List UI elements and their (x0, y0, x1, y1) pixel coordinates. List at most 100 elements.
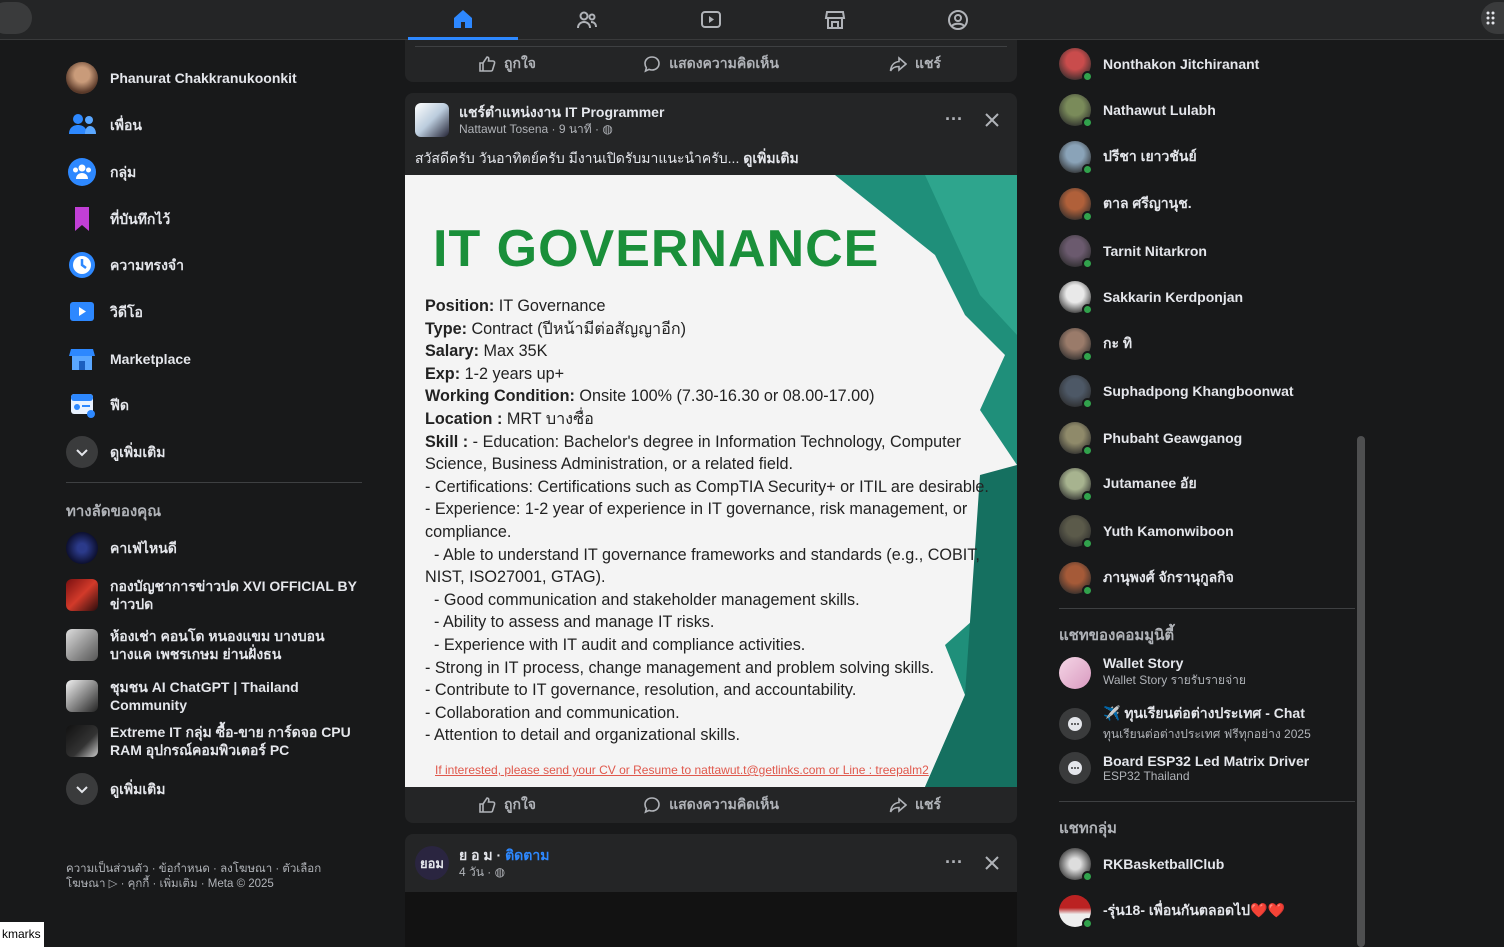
skill-bullet: - Good communication and stakeholder man… (425, 590, 860, 609)
type-value: Contract (ปีหน้ามีต่อสัญญาอีก) (466, 319, 687, 338)
shortcut-label: Extreme IT กลุ่ม ซื้อ-ขาย การ์ดจอ CPU RA… (110, 724, 351, 758)
sidebar-item-video[interactable]: วิดีโอ (66, 296, 143, 328)
online-indicator (1082, 585, 1093, 596)
video-icon (701, 11, 721, 28)
contact-item[interactable]: Suphadpong Khangboonwat (1059, 375, 1294, 409)
contact-item[interactable]: กะ ทิ (1059, 328, 1132, 362)
contact-item[interactable]: ปรีชา เยาวชันย์ (1059, 141, 1197, 175)
shortcut-item[interactable]: ห้องเช่า คอนโด หนองแขม บางบอน บางแค เพชร… (66, 627, 366, 663)
location-label: Location : (425, 409, 503, 428)
chat-sub: Wallet Story รายรับรายจ่าย (1103, 673, 1246, 687)
menu-grid-button[interactable] (1481, 2, 1504, 34)
shortcut-item[interactable]: คาเฟ่ไหนดี (66, 532, 177, 564)
sidebar-item-label: กลุ่ม (110, 164, 137, 180)
follow-button[interactable]: ติดตาม (505, 847, 549, 863)
divider (1059, 801, 1355, 802)
search-button[interactable] (0, 2, 32, 34)
skill-bullet: - Experience with IT audit and complianc… (425, 635, 806, 654)
position-value: IT Governance (494, 297, 606, 315)
contact-item[interactable]: Nonthakon Jitchiranant (1059, 48, 1260, 82)
contact-item[interactable]: ภานุพงศ์ จักรานุกูลกิจ (1059, 562, 1234, 596)
contact-item[interactable]: Sakkarin Kerdponjan (1059, 281, 1243, 315)
sidebar-item-label: ฟีด (110, 397, 130, 413)
community-chat-item[interactable]: ✈️ ทุนเรียนต่อต่างประเทศ - Chat ทุนเรียนต… (1059, 703, 1311, 744)
profile-link[interactable]: Phanurat Chakkranukoonkit (66, 62, 297, 94)
contact-name: ตาล ศรีญานุช. (1103, 195, 1192, 211)
contact-item[interactable]: ตาล ศรีญานุช. (1059, 188, 1192, 222)
like-label: ถูกใจ (504, 796, 536, 812)
comment-icon (644, 797, 660, 814)
share-button[interactable]: แชร์ (813, 794, 1017, 816)
comment-label: แสดงความคิดเห็น (669, 796, 779, 812)
share-icon (889, 56, 907, 72)
contact-name: Nonthakon Jitchiranant (1103, 56, 1260, 72)
like-button[interactable]: ถูกใจ (405, 794, 609, 816)
sidebar-item-marketplace[interactable]: Marketplace (66, 343, 191, 375)
tab-friends[interactable] (532, 0, 642, 40)
sidebar-item-groups[interactable]: กลุ่ม (66, 156, 136, 188)
like-button[interactable]: ถูกใจ (405, 53, 609, 75)
close-icon[interactable] (985, 855, 999, 870)
author-meta[interactable]: Nattawut Tosena · 9 นาที · (459, 122, 602, 136)
tab-gaming[interactable] (903, 0, 1013, 40)
post-image[interactable]: IT GOVERNANCE Position: IT Governance Ty… (405, 175, 1017, 787)
contact-item[interactable]: Yuth Kamonwiboon (1059, 515, 1234, 549)
page-avatar[interactable]: ยอม (415, 846, 449, 880)
contact-item[interactable]: Nathawut Lulabh (1059, 94, 1216, 128)
post-media[interactable] (405, 892, 1017, 947)
online-indicator (1082, 164, 1093, 175)
page-name[interactable]: ย อ ม (459, 847, 493, 863)
shortcut-avatar (66, 629, 98, 661)
shortcut-item[interactable]: กองบัญชาการข่าวปด XVI OFFICIAL BY ข่าวปด (66, 577, 366, 613)
shortcuts-see-more-button[interactable]: ดูเพิ่มเติม (66, 773, 165, 805)
contact-avatar (1059, 375, 1093, 409)
group-name[interactable]: แชร์ตำแหน่งงาน IT Programmer (459, 103, 664, 121)
globe-icon: ◍ (602, 122, 613, 136)
tab-video[interactable] (656, 0, 766, 40)
right-sidebar-scrollbar[interactable] (1357, 436, 1365, 947)
group-chat-item[interactable]: -รุ่น18- เพื่อนกันตลอดไป❤️❤️ (1059, 895, 1285, 929)
shortcut-label: คาเฟ่ไหนดี (110, 540, 177, 556)
online-indicator (1082, 117, 1093, 128)
sidebar-item-friends[interactable]: เพื่อน (66, 109, 142, 141)
footer-links[interactable]: ความเป็นส่วนตัว · ข้อกำหนด · ลงโฆษณา · ต… (66, 862, 356, 892)
online-indicator (1082, 491, 1093, 502)
group-chat-item[interactable]: RKBasketballClub (1059, 848, 1224, 882)
contact-item[interactable]: Jutamanee อัย (1059, 468, 1197, 502)
sidebar-item-feed[interactable]: ฟีด (66, 389, 129, 421)
close-icon[interactable] (985, 112, 999, 127)
shortcut-item[interactable]: ชุมชน AI ChatGPT | Thailand Community (66, 678, 366, 714)
see-more-link[interactable]: ดูเพิ่มเติม (743, 150, 798, 166)
online-indicator (1082, 71, 1093, 82)
thumbs-up-icon (479, 797, 496, 813)
profile-name: Phanurat Chakkranukoonkit (110, 70, 297, 86)
footer-line[interactable]: ความเป็นส่วนตัว · ข้อกำหนด · ลงโฆษณา · ต… (66, 862, 356, 877)
contact-item[interactable]: Tarnit Nitarkron (1059, 235, 1207, 269)
contact-item[interactable]: Phubaht Geawganog (1059, 422, 1242, 456)
sidebar-item-saved[interactable]: ที่บันทึกไว้ (66, 203, 170, 235)
online-indicator (1082, 445, 1093, 456)
sidebar-item-memories[interactable]: ความทรงจำ (66, 249, 184, 281)
post-time[interactable]: 4 วัน · (459, 865, 495, 879)
comment-button[interactable]: แสดงความคิดเห็น (609, 794, 813, 816)
see-more-button[interactable]: ดูเพิ่มเติม (66, 436, 165, 468)
shortcut-item[interactable]: Extreme IT กลุ่ม ซื้อ-ขาย การ์ดจอ CPU RA… (66, 723, 366, 759)
community-chat-item[interactable]: Wallet Story Wallet Story รายรับรายจ่าย (1059, 655, 1246, 690)
more-options-icon[interactable]: ··· (945, 109, 963, 130)
page-name-row: ย อ ม · ติดตาม (459, 847, 550, 863)
community-chat-item[interactable]: Board ESP32 Led Matrix Driver ESP32 Thail… (1059, 752, 1309, 784)
more-options-icon[interactable]: ··· (945, 852, 963, 873)
chat-name: ✈️ ทุนเรียนต่อต่างประเทศ - Chat (1103, 705, 1305, 721)
group-avatar[interactable] (415, 103, 449, 137)
share-button[interactable]: แชร์ (813, 53, 1017, 75)
comment-button[interactable]: แสดงความคิดเห็น (609, 53, 813, 75)
post-card: แชร์ตำแหน่งงาน IT Programmer Nattawut To… (405, 93, 1017, 823)
tab-home[interactable] (408, 0, 518, 40)
right-sidebar: Nonthakon Jitchiranant Nathawut Lulabh ปรี… (1040, 40, 1504, 947)
post-actions: ถูกใจ แสดงความคิดเห็น แชร์ (405, 46, 1017, 82)
salary-value: Max 35K (479, 342, 548, 361)
tab-marketplace[interactable] (780, 0, 890, 40)
contact-name: ปรีชา เยาวชันย์ (1103, 148, 1197, 164)
post-meta: Nattawut Tosena · 9 นาที · ◍ (459, 121, 664, 137)
footer-line[interactable]: โฆษณา ▷ · คุกกี้ · เพิ่มเติม · Meta © 20… (66, 877, 356, 892)
